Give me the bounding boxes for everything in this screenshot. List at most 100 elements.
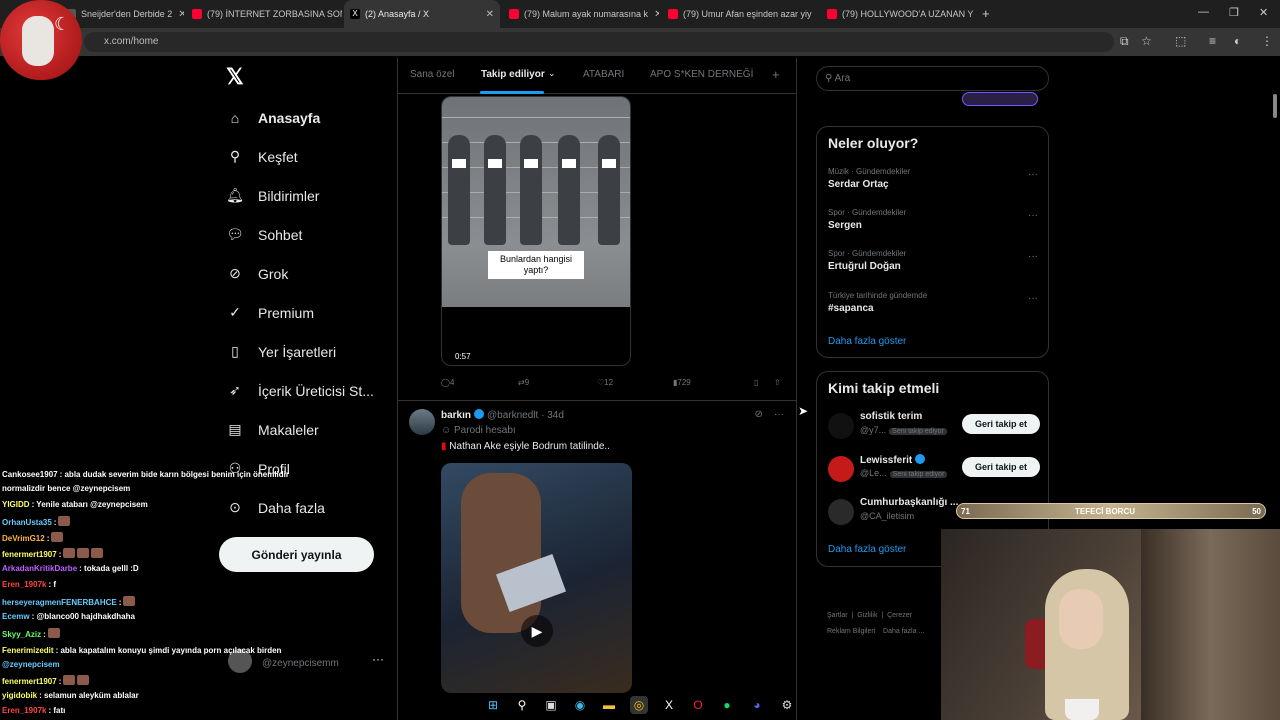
follow-back-button[interactable]: Geri takip et xyxy=(962,457,1040,477)
repost-button[interactable]: ⇄ 9 xyxy=(518,378,529,387)
close-icon[interactable]: ✕ xyxy=(648,9,659,20)
close-icon[interactable]: ✕ xyxy=(973,9,977,20)
nav-item-explore[interactable]: ⚲ Keşfet xyxy=(226,137,374,176)
suggestion-name: Cumhurbaşkanlığı ... xyxy=(860,497,959,508)
follow-back-button[interactable]: Geri takip et xyxy=(962,414,1040,434)
tweet-video[interactable]: Bunlardan hangisi yaptı? 0:57 xyxy=(441,96,631,366)
follow-suggestion[interactable]: Lewissferit @Le... Seni takip ediyor Geri… xyxy=(828,454,1040,486)
nav-item-home[interactable]: ⌂ Anasayfa xyxy=(226,98,374,137)
scrollbar-thumb[interactable] xyxy=(1273,94,1277,118)
x-logo-icon[interactable]: 𝕏 xyxy=(226,64,244,90)
browser-tab[interactable]: (79) İNTERNET ZORBASINA SON✕ xyxy=(186,0,342,28)
reply-button[interactable]: ◯ 4 xyxy=(441,378,454,387)
cast-icon[interactable]: ⧉ xyxy=(1120,34,1129,49)
trend-item[interactable]: Müzik · Gündemdekiler Serdar Ortaç ··· xyxy=(828,167,1038,190)
avatar[interactable] xyxy=(409,409,435,435)
tweet-time[interactable]: 34d xyxy=(547,410,564,421)
extensions-icon[interactable]: ⬚ xyxy=(1175,34,1186,48)
emote-icon xyxy=(77,675,90,685)
tab-list-dernegi[interactable]: APO S*KEN DERNEĞİ xyxy=(650,69,753,80)
nav-item-chat[interactable]: 💬︎ Sohbet xyxy=(226,215,374,254)
footer-link[interactable]: Gizlilik xyxy=(857,612,877,619)
nav-item-articles[interactable]: ▤ Makaleler xyxy=(226,410,374,449)
tab-list-atabari[interactable]: ATABARI xyxy=(583,69,624,80)
close-icon[interactable]: ✕ xyxy=(480,9,494,20)
tweet[interactable]: barkın @barknedlt · 34d ⊘ ··· ☺︎ Parodi h… xyxy=(398,400,796,720)
browser-tab-active[interactable]: X (2) Anasayfa / X ✕ xyxy=(344,0,500,28)
app-icon[interactable]: ⚙ xyxy=(778,696,796,714)
footer-link[interactable]: Çerezer xyxy=(887,612,912,619)
task-view-icon[interactable]: ▣ xyxy=(542,696,560,714)
nav-item-notifications[interactable]: 🔔︎ Bildirimler xyxy=(226,176,374,215)
chevron-down-icon[interactable]: ⌄ xyxy=(548,68,556,79)
grok-icon[interactable]: ⊘ xyxy=(754,409,762,420)
star-icon[interactable]: ☆ xyxy=(1141,34,1152,48)
close-icon[interactable]: ✕ xyxy=(172,9,184,20)
browser-tab[interactable]: (79) Malum ayak numarasına k ✕ xyxy=(503,0,659,28)
minimize-icon[interactable]: — xyxy=(1198,6,1209,18)
search-icon[interactable]: ⚲ xyxy=(513,696,531,714)
folder-icon[interactable]: ▬ xyxy=(600,696,618,714)
tweet-header: barkın @barknedlt · 34d xyxy=(441,409,564,421)
menu-list-icon[interactable]: ≡ xyxy=(1209,34,1216,48)
goal-left-value: 71 xyxy=(961,507,970,516)
nav-item-profile[interactable]: ⚇ Profil xyxy=(226,449,374,488)
trend-item[interactable]: Türkiye tarihinde gündemde #sapanca ··· xyxy=(828,291,1038,314)
author-name[interactable]: barkın xyxy=(441,410,471,421)
author-handle[interactable]: @barknedlt xyxy=(487,410,538,421)
opera-icon[interactable]: O xyxy=(689,696,707,714)
footer-link[interactable]: Şartlar xyxy=(827,612,848,619)
url-field[interactable]: x.com/home xyxy=(84,32,1114,52)
windows-start-icon[interactable]: ⊞ xyxy=(484,696,502,714)
nav-item-creator-studio[interactable]: ➶ İçerik Üreticisi St... xyxy=(226,371,374,410)
views-button[interactable]: ▮ 729 xyxy=(673,378,691,387)
close-icon[interactable]: ✕ xyxy=(812,9,819,20)
nav-item-premium[interactable]: ✓ Premium xyxy=(226,293,374,332)
edge-icon[interactable]: ◉ xyxy=(571,696,589,714)
follows-you-badge: Seni takip ediyor xyxy=(889,428,947,435)
chrome-icon[interactable]: ◎ xyxy=(630,696,648,714)
search-input[interactable]: ⚲ Ara xyxy=(816,66,1049,91)
spotify-icon[interactable]: ● xyxy=(718,696,736,714)
show-more-link[interactable]: Daha fazla göster xyxy=(828,336,906,347)
active-tab-indicator xyxy=(480,91,544,94)
new-tab-icon[interactable]: + xyxy=(982,6,990,21)
subscribe-banner[interactable] xyxy=(962,92,1038,106)
more-icon[interactable]: ··· xyxy=(1028,169,1038,180)
kebab-menu-icon[interactable]: ⋮ xyxy=(1261,34,1273,48)
close-window-icon[interactable]: ✕ xyxy=(1259,6,1268,19)
trend-item[interactable]: Spor · Gündemdekiler Ertuğrul Doğan ··· xyxy=(828,249,1038,272)
home-icon: ⌂ xyxy=(230,109,240,126)
nav-item-grok[interactable]: ⊘ Grok xyxy=(226,254,374,293)
post-button[interactable]: Gönderi yayınla xyxy=(219,537,374,572)
like-button[interactable]: ♡ 12 xyxy=(597,378,613,387)
tweet-video[interactable]: ▶ xyxy=(441,463,632,693)
article-icon: ▤ xyxy=(228,421,242,437)
scrollbar[interactable] xyxy=(1271,58,1279,720)
show-more-link[interactable]: Daha fazla göster xyxy=(828,544,906,555)
more-icon[interactable]: ··· xyxy=(774,409,784,420)
bookmark-icon[interactable]: ▯ xyxy=(754,378,758,387)
footer-link[interactable]: Daha fazla ... xyxy=(883,628,924,635)
more-icon[interactable]: ··· xyxy=(1028,210,1038,221)
trend-item[interactable]: Spor · Gündemdekiler Sergen ··· xyxy=(828,208,1038,231)
nav-item-bookmarks[interactable]: ▯ Yer İşaretleri xyxy=(226,332,374,371)
more-icon[interactable]: ··· xyxy=(372,652,384,666)
browser-tab[interactable]: (79) Umur Afan eşinden azar yiy✕ xyxy=(662,0,818,28)
play-icon[interactable]: ▶ xyxy=(521,615,553,647)
nav-item-more[interactable]: ⊙ Daha fazla xyxy=(226,488,374,527)
footer-link[interactable]: Reklam Bilgileri xyxy=(827,628,875,635)
browser-tab[interactable]: (79) HOLLYWOOD'A UZANAN Y✕ xyxy=(821,0,977,28)
footer-links: Şartlar | Gizlilik | Çerezer Reklam Bilg… xyxy=(827,612,925,635)
tab-following[interactable]: Takip ediliyor xyxy=(481,69,545,80)
follow-suggestion[interactable]: sofistik terim @y7... Seni takip ediyor G… xyxy=(828,411,1040,443)
more-icon[interactable]: ··· xyxy=(1028,293,1038,304)
x-app-icon[interactable]: X xyxy=(660,696,678,714)
more-icon[interactable]: ··· xyxy=(1028,251,1038,262)
profile-icon[interactable]: ◐ xyxy=(1234,34,1241,48)
share-icon[interactable]: ⇧ xyxy=(774,378,781,387)
add-tab-icon[interactable]: + xyxy=(772,67,780,82)
tab-for-you[interactable]: Sana özel xyxy=(410,69,454,80)
discord-icon[interactable]: ◕ xyxy=(748,696,766,714)
maximize-icon[interactable]: ❐ xyxy=(1229,6,1239,19)
